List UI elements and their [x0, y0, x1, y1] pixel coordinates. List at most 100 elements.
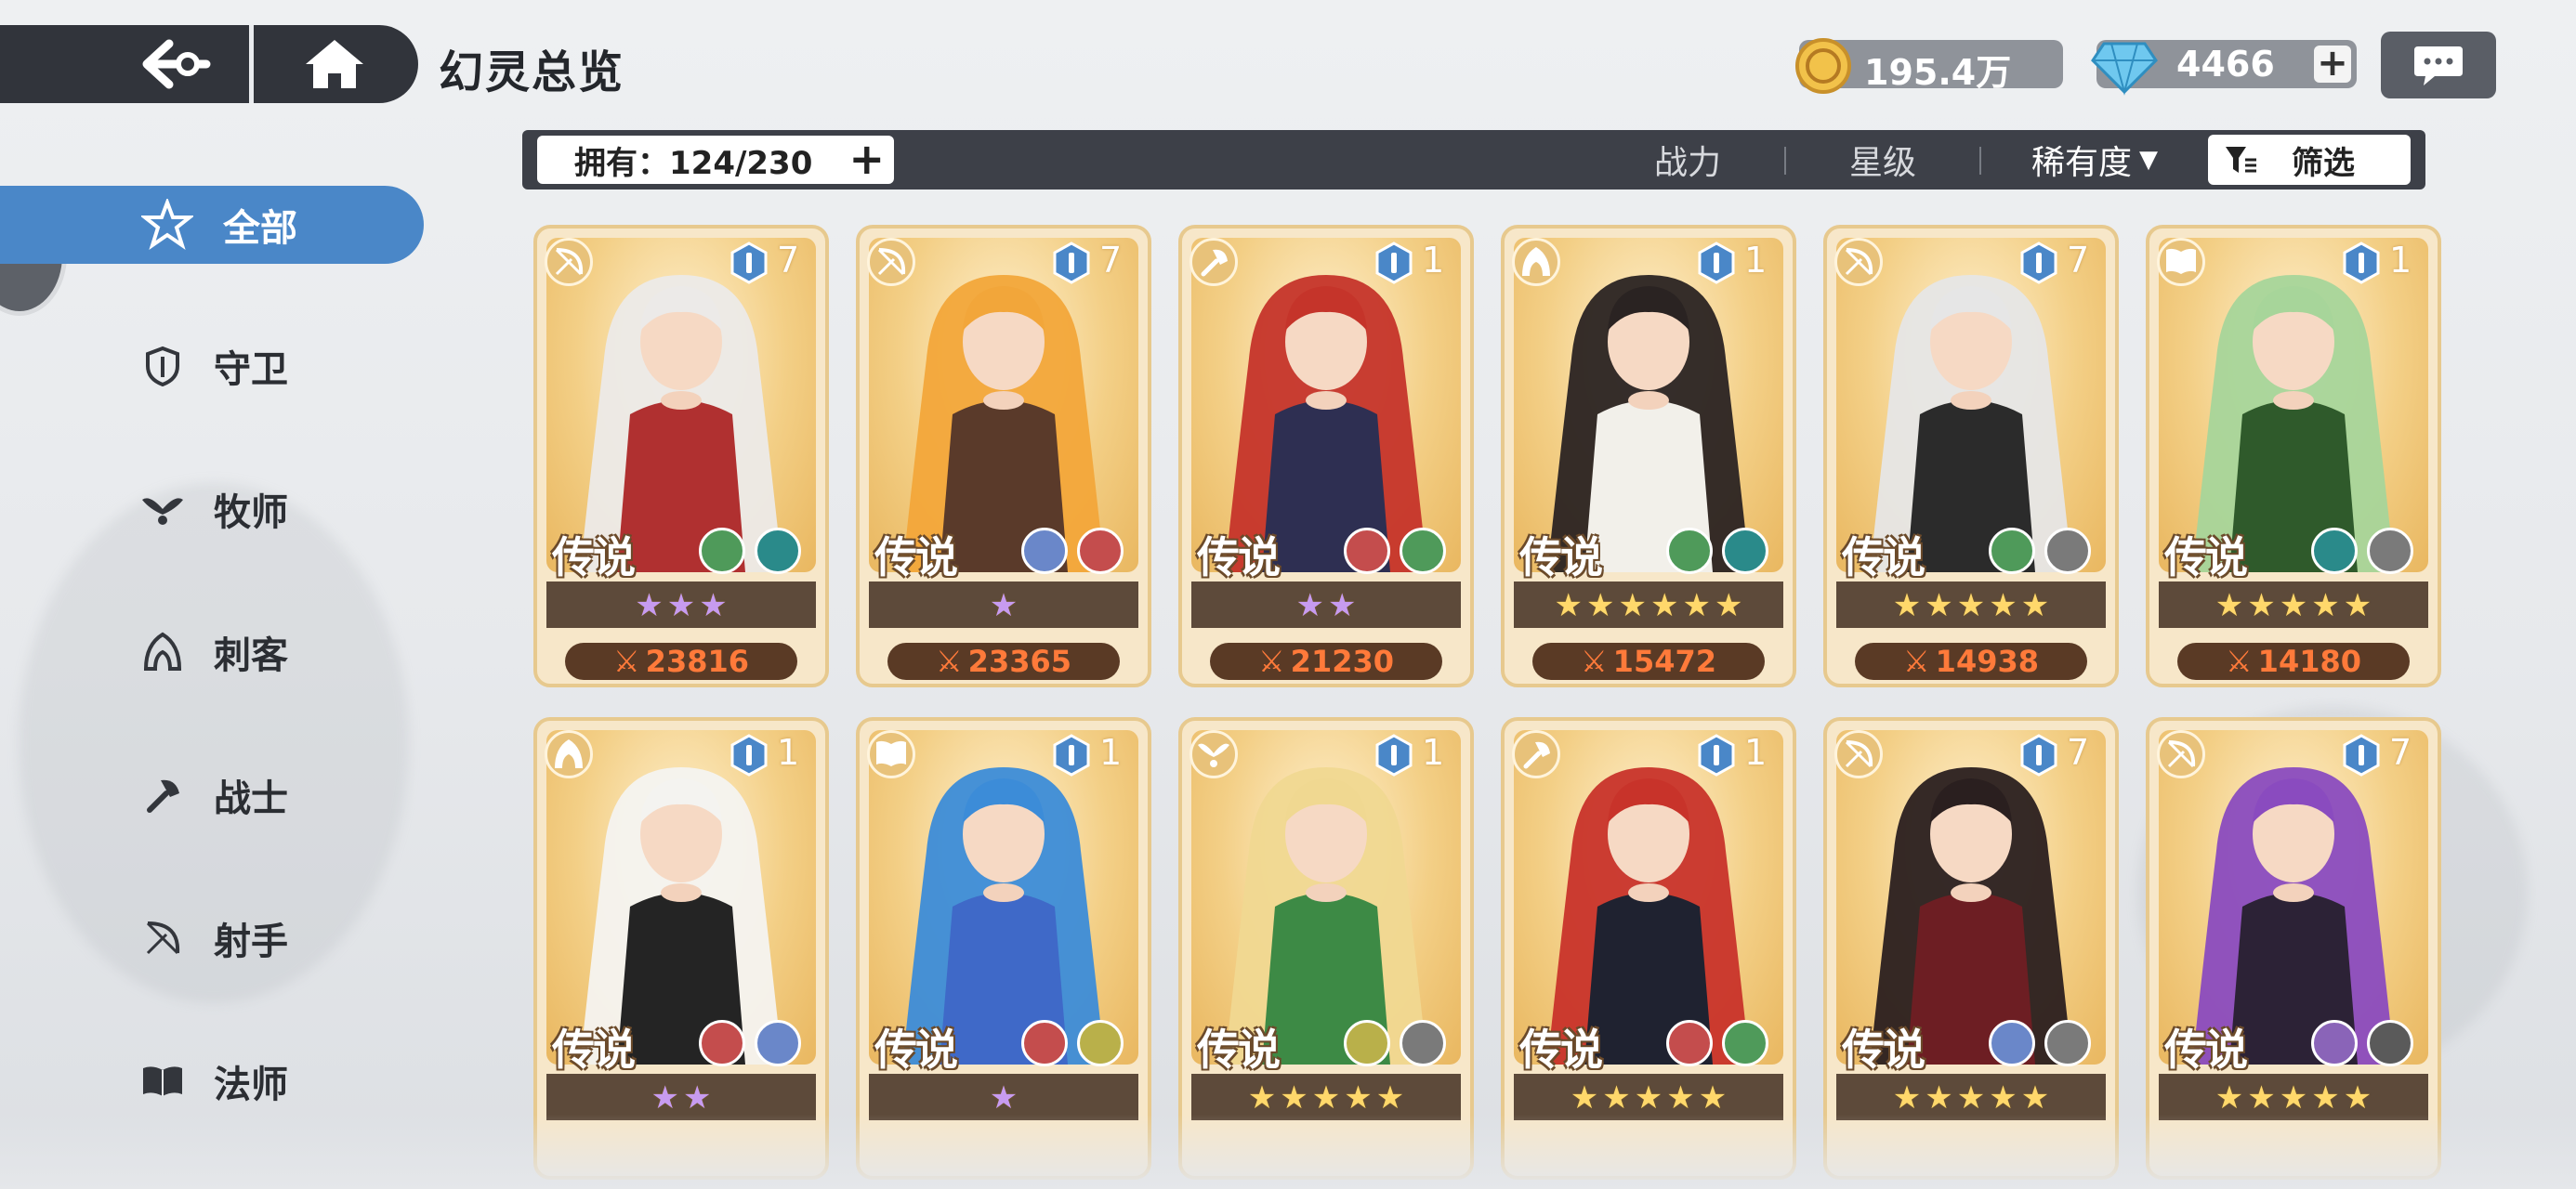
element-icon: [699, 528, 745, 574]
assassin-hood-icon: [139, 629, 186, 675]
hero-card[interactable]: 1 传说 ★ ★ ★ ★ ★: [1501, 717, 1796, 1180]
sidebar-item-guard[interactable]: 守卫: [139, 329, 288, 403]
star-icon: ★: [1280, 1079, 1308, 1117]
star-icon: ★: [1554, 587, 1584, 624]
hero-card[interactable]: 1 传说 ★ ★ ★ ★ ★ ⚔ 14180: [2146, 225, 2441, 687]
hero-illustration: [1870, 767, 2072, 1065]
hero-level: 1: [1099, 732, 1123, 773]
owned-count: 拥有：124/230: [574, 144, 813, 182]
hero-portrait: [2159, 730, 2428, 1065]
power-badge: ⚔ 21230: [1210, 643, 1442, 680]
sidebar-item-warrior[interactable]: 战士: [139, 758, 288, 832]
gold-amount: 195.4万: [1864, 52, 2012, 93]
star-icon: ★: [2343, 1079, 2372, 1117]
star-rating: ★ ★ ★ ★ ★: [1191, 1078, 1461, 1118]
element-icon: [1666, 1020, 1713, 1066]
star-icon: ★: [1295, 587, 1324, 624]
star-icon: ★: [651, 1079, 679, 1117]
home-icon: [306, 40, 363, 88]
hero-power: 15472: [1612, 644, 1716, 679]
archer-class-icon: [867, 238, 915, 286]
sort-power[interactable]: 战力: [1654, 136, 1721, 184]
gold-currency: 195.4万: [1795, 38, 2063, 94]
hero-card[interactable]: 7 传说 ★ ★ ★ ★ ★ ⚔ 14938: [1823, 225, 2119, 687]
hero-illustration: [1547, 275, 1750, 572]
sidebar-label: 刺客: [214, 634, 288, 677]
sidebar-label: 牧师: [214, 491, 288, 534]
hero-card[interactable]: 1 传说 ★ ★ ⚔ 21230: [1178, 225, 1474, 687]
crossed-swords-icon: ⚔: [1902, 644, 1930, 679]
hero-level: 1: [1422, 240, 1445, 281]
chat-button[interactable]: [2381, 32, 2496, 98]
rarity-label: 传说: [552, 532, 636, 582]
element-icon: [2044, 528, 2091, 574]
sidebar-item-mage[interactable]: 法师: [139, 1044, 288, 1118]
hero-portrait: [546, 730, 816, 1065]
hero-portrait: [1836, 730, 2106, 1065]
add-diamonds-button[interactable]: +: [2314, 45, 2351, 83]
owned-count-box[interactable]: 拥有：124/230 +: [537, 136, 894, 184]
hero-level: 1: [2389, 240, 2412, 281]
hero-illustration: [902, 275, 1105, 572]
rarity-label: 传说: [874, 1025, 958, 1075]
archer-bow-icon: [139, 915, 186, 961]
filter-label: 筛选: [2292, 144, 2355, 182]
sort-rarity[interactable]: 稀有度 ▼: [2031, 136, 2158, 184]
filter-button[interactable]: 筛选: [2208, 135, 2411, 185]
mage-class-icon: [867, 730, 915, 778]
element-icon: [1021, 528, 1068, 574]
power-badge: ⚔ 23365: [887, 643, 1120, 680]
element-icon: [1400, 1020, 1446, 1066]
star-icon: ★: [989, 1079, 1019, 1117]
hero-card[interactable]: 1 传说 ★: [856, 717, 1151, 1180]
rarity-label: 传说: [1842, 532, 1925, 582]
hero-power: 23816: [645, 644, 749, 679]
sidebar-label: 全部: [223, 207, 297, 250]
back-button[interactable]: [121, 25, 232, 103]
star-icon: ★: [1602, 1079, 1631, 1117]
archer-class-icon: [2157, 730, 2205, 778]
star-rating: ★ ★: [1191, 585, 1461, 626]
hero-card[interactable]: 7 传说 ★ ★ ★ ★ ★: [1823, 717, 2119, 1180]
hero-card[interactable]: 7 传说 ★ ★ ★ ★ ★: [2146, 717, 2441, 1180]
level-badge-icon: [730, 242, 768, 284]
sidebar-item-priest[interactable]: 牧师: [139, 472, 288, 546]
hero-card[interactable]: 1 传说 ★ ★ ★ ★ ★ ★ ⚔ 15472: [1501, 225, 1796, 687]
star-icon: ★: [1956, 1079, 1986, 1117]
crossed-swords-icon: ⚔: [1257, 644, 1285, 679]
star-icon: ★: [2279, 1079, 2308, 1117]
crossed-swords-icon: ⚔: [1580, 644, 1608, 679]
sidebar-item-archer[interactable]: 射手: [139, 901, 288, 975]
bottom-fade: [0, 1115, 2576, 1189]
hero-card[interactable]: 1 传说 ★ ★: [533, 717, 829, 1180]
hero-illustration: [580, 275, 782, 572]
star-icon: ★: [1344, 1079, 1373, 1117]
expand-slots-button[interactable]: +: [848, 137, 885, 180]
element-icon: [1989, 528, 2035, 574]
mage-book-icon: [139, 1058, 186, 1104]
home-button[interactable]: [279, 25, 390, 103]
star-icon: ★: [1956, 587, 1986, 624]
element-icon: [2044, 1020, 2091, 1066]
hero-power: 14938: [1935, 644, 2039, 679]
element-icon: [1077, 1020, 1124, 1066]
hero-portrait: [1191, 238, 1461, 572]
hero-card[interactable]: 7 传说 ★ ★ ★ ⚔ 23816: [533, 225, 829, 687]
hero-card[interactable]: 1 传说 ★ ★ ★ ★ ★: [1178, 717, 1474, 1180]
element-icon: [755, 528, 801, 574]
element-icon: [1722, 1020, 1768, 1066]
rarity-label: 传说: [2164, 532, 2248, 582]
level-badge-icon: [1375, 242, 1413, 284]
star-icon: ★: [1586, 587, 1615, 624]
hero-card[interactable]: 7 传说 ★ ⚔ 23365: [856, 225, 1151, 687]
star-rating: ★: [869, 1078, 1138, 1118]
sort-stars[interactable]: 星级: [1849, 136, 1916, 184]
sidebar-item-assassin[interactable]: 刺客: [139, 615, 288, 689]
star-icon: ★: [2311, 1079, 2340, 1117]
star-all-icon: [139, 197, 195, 253]
element-icon: [2367, 528, 2413, 574]
star-rating: ★ ★ ★ ★ ★: [1836, 585, 2106, 626]
star-rating: ★ ★ ★ ★ ★ ★: [1514, 585, 1783, 626]
hero-level: 7: [777, 240, 800, 281]
warrior-axe-icon: [139, 772, 186, 818]
